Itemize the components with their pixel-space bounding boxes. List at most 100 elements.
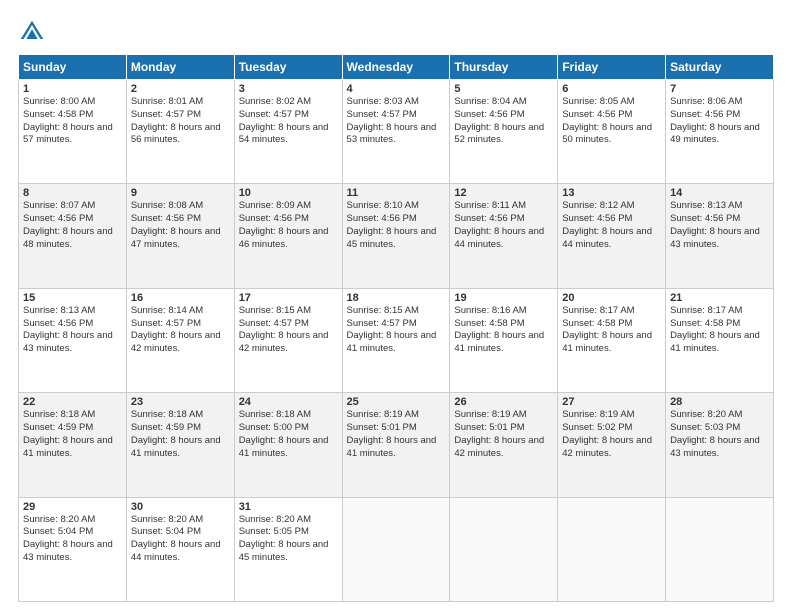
day-number: 3 [239,83,338,95]
cell-info: Sunrise: 8:19 AMSunset: 5:02 PMDaylight:… [562,409,652,458]
day-number: 12 [454,187,553,199]
calendar-cell [666,497,774,601]
cell-info: Sunrise: 8:20 AMSunset: 5:04 PMDaylight:… [131,514,221,563]
day-number: 8 [23,187,122,199]
week-row-3: 15Sunrise: 8:13 AMSunset: 4:56 PMDayligh… [19,288,774,392]
calendar-cell: 9Sunrise: 8:08 AMSunset: 4:56 PMDaylight… [126,184,234,288]
cell-info: Sunrise: 8:06 AMSunset: 4:56 PMDaylight:… [670,96,760,145]
calendar-cell: 5Sunrise: 8:04 AMSunset: 4:56 PMDaylight… [450,80,558,184]
cell-info: Sunrise: 8:08 AMSunset: 4:56 PMDaylight:… [131,200,221,249]
cell-info: Sunrise: 8:20 AMSunset: 5:03 PMDaylight:… [670,409,760,458]
calendar-cell: 23Sunrise: 8:18 AMSunset: 4:59 PMDayligh… [126,393,234,497]
cell-info: Sunrise: 8:20 AMSunset: 5:04 PMDaylight:… [23,514,113,563]
week-row-5: 29Sunrise: 8:20 AMSunset: 5:04 PMDayligh… [19,497,774,601]
calendar-body: 1Sunrise: 8:00 AMSunset: 4:58 PMDaylight… [19,80,774,602]
calendar-cell [450,497,558,601]
day-number: 21 [670,292,769,304]
cell-info: Sunrise: 8:17 AMSunset: 4:58 PMDaylight:… [562,305,652,354]
day-number: 27 [562,396,661,408]
calendar-cell: 13Sunrise: 8:12 AMSunset: 4:56 PMDayligh… [558,184,666,288]
cell-info: Sunrise: 8:04 AMSunset: 4:56 PMDaylight:… [454,96,544,145]
calendar-cell: 17Sunrise: 8:15 AMSunset: 4:57 PMDayligh… [234,288,342,392]
day-number: 11 [347,187,446,199]
day-number: 9 [131,187,230,199]
calendar-cell: 25Sunrise: 8:19 AMSunset: 5:01 PMDayligh… [342,393,450,497]
cell-info: Sunrise: 8:03 AMSunset: 4:57 PMDaylight:… [347,96,437,145]
day-number: 10 [239,187,338,199]
weekday-header-saturday: Saturday [666,55,774,80]
weekday-header-monday: Monday [126,55,234,80]
cell-info: Sunrise: 8:13 AMSunset: 4:56 PMDaylight:… [670,200,760,249]
day-number: 2 [131,83,230,95]
day-number: 23 [131,396,230,408]
day-number: 7 [670,83,769,95]
cell-info: Sunrise: 8:01 AMSunset: 4:57 PMDaylight:… [131,96,221,145]
cell-info: Sunrise: 8:12 AMSunset: 4:56 PMDaylight:… [562,200,652,249]
cell-info: Sunrise: 8:17 AMSunset: 4:58 PMDaylight:… [670,305,760,354]
day-number: 13 [562,187,661,199]
calendar-cell: 2Sunrise: 8:01 AMSunset: 4:57 PMDaylight… [126,80,234,184]
calendar-cell [558,497,666,601]
cell-info: Sunrise: 8:13 AMSunset: 4:56 PMDaylight:… [23,305,113,354]
calendar-header: SundayMondayTuesdayWednesdayThursdayFrid… [19,55,774,80]
day-number: 16 [131,292,230,304]
day-number: 14 [670,187,769,199]
cell-info: Sunrise: 8:16 AMSunset: 4:58 PMDaylight:… [454,305,544,354]
weekday-header-sunday: Sunday [19,55,127,80]
calendar-cell: 4Sunrise: 8:03 AMSunset: 4:57 PMDaylight… [342,80,450,184]
day-number: 30 [131,501,230,513]
cell-info: Sunrise: 8:11 AMSunset: 4:56 PMDaylight:… [454,200,544,249]
cell-info: Sunrise: 8:05 AMSunset: 4:56 PMDaylight:… [562,96,652,145]
calendar-cell: 19Sunrise: 8:16 AMSunset: 4:58 PMDayligh… [450,288,558,392]
cell-info: Sunrise: 8:15 AMSunset: 4:57 PMDaylight:… [347,305,437,354]
day-number: 15 [23,292,122,304]
logo [18,18,50,46]
week-row-2: 8Sunrise: 8:07 AMSunset: 4:56 PMDaylight… [19,184,774,288]
day-number: 22 [23,396,122,408]
header [18,18,774,46]
calendar-cell: 20Sunrise: 8:17 AMSunset: 4:58 PMDayligh… [558,288,666,392]
day-number: 24 [239,396,338,408]
day-number: 25 [347,396,446,408]
calendar-cell: 24Sunrise: 8:18 AMSunset: 5:00 PMDayligh… [234,393,342,497]
day-number: 26 [454,396,553,408]
calendar-cell: 3Sunrise: 8:02 AMSunset: 4:57 PMDaylight… [234,80,342,184]
logo-icon [18,18,46,46]
cell-info: Sunrise: 8:00 AMSunset: 4:58 PMDaylight:… [23,96,113,145]
week-row-1: 1Sunrise: 8:00 AMSunset: 4:58 PMDaylight… [19,80,774,184]
day-number: 20 [562,292,661,304]
calendar-cell: 7Sunrise: 8:06 AMSunset: 4:56 PMDaylight… [666,80,774,184]
day-number: 6 [562,83,661,95]
cell-info: Sunrise: 8:18 AMSunset: 4:59 PMDaylight:… [23,409,113,458]
calendar-cell: 15Sunrise: 8:13 AMSunset: 4:56 PMDayligh… [19,288,127,392]
cell-info: Sunrise: 8:07 AMSunset: 4:56 PMDaylight:… [23,200,113,249]
calendar-cell: 1Sunrise: 8:00 AMSunset: 4:58 PMDaylight… [19,80,127,184]
calendar-cell: 30Sunrise: 8:20 AMSunset: 5:04 PMDayligh… [126,497,234,601]
weekday-header-thursday: Thursday [450,55,558,80]
calendar-cell: 10Sunrise: 8:09 AMSunset: 4:56 PMDayligh… [234,184,342,288]
day-number: 29 [23,501,122,513]
page: SundayMondayTuesdayWednesdayThursdayFrid… [0,0,792,612]
day-number: 17 [239,292,338,304]
weekday-header-wednesday: Wednesday [342,55,450,80]
calendar-cell: 21Sunrise: 8:17 AMSunset: 4:58 PMDayligh… [666,288,774,392]
cell-info: Sunrise: 8:20 AMSunset: 5:05 PMDaylight:… [239,514,329,563]
cell-info: Sunrise: 8:18 AMSunset: 5:00 PMDaylight:… [239,409,329,458]
day-number: 4 [347,83,446,95]
calendar-cell: 29Sunrise: 8:20 AMSunset: 5:04 PMDayligh… [19,497,127,601]
calendar-cell: 12Sunrise: 8:11 AMSunset: 4:56 PMDayligh… [450,184,558,288]
cell-info: Sunrise: 8:19 AMSunset: 5:01 PMDaylight:… [454,409,544,458]
weekday-header-friday: Friday [558,55,666,80]
calendar-cell: 27Sunrise: 8:19 AMSunset: 5:02 PMDayligh… [558,393,666,497]
day-number: 28 [670,396,769,408]
calendar-cell: 22Sunrise: 8:18 AMSunset: 4:59 PMDayligh… [19,393,127,497]
calendar-cell: 11Sunrise: 8:10 AMSunset: 4:56 PMDayligh… [342,184,450,288]
calendar-cell: 16Sunrise: 8:14 AMSunset: 4:57 PMDayligh… [126,288,234,392]
calendar-cell: 26Sunrise: 8:19 AMSunset: 5:01 PMDayligh… [450,393,558,497]
cell-info: Sunrise: 8:14 AMSunset: 4:57 PMDaylight:… [131,305,221,354]
day-number: 1 [23,83,122,95]
weekday-row: SundayMondayTuesdayWednesdayThursdayFrid… [19,55,774,80]
calendar-cell: 28Sunrise: 8:20 AMSunset: 5:03 PMDayligh… [666,393,774,497]
day-number: 31 [239,501,338,513]
week-row-4: 22Sunrise: 8:18 AMSunset: 4:59 PMDayligh… [19,393,774,497]
